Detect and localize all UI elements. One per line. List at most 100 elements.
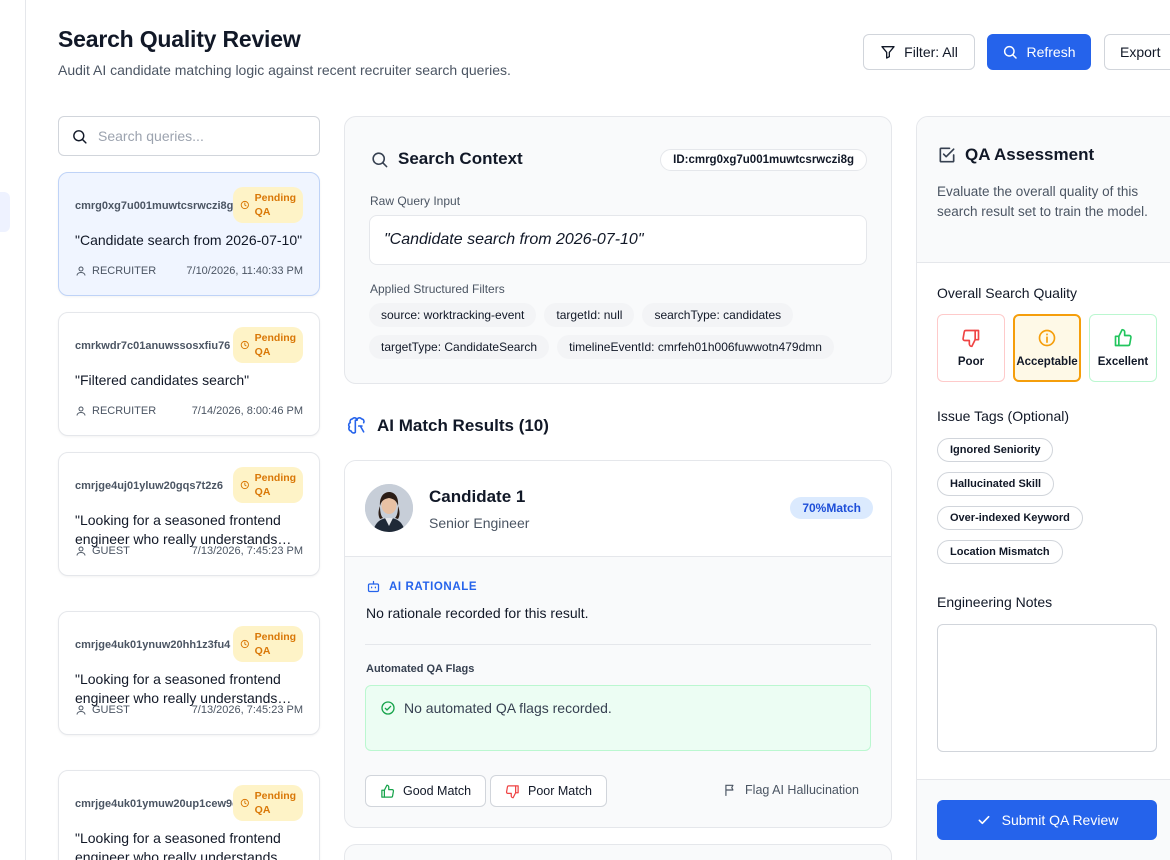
qa-assessment-title: QA Assessment (937, 145, 1094, 165)
status-badge: Pending QA (233, 626, 303, 662)
check-icon (978, 815, 990, 825)
query-card[interactable]: cmrjge4uk01ynuw20hh1z3fu4 Pending QA "Lo… (58, 611, 320, 735)
brain-icon (347, 417, 365, 434)
query-user: RECRUITER (75, 405, 156, 417)
query-search-box[interactable] (58, 116, 320, 156)
query-meta: RECRUITER 7/14/2026, 8:00:46 PM (75, 405, 303, 417)
query-timestamp: 7/10/2026, 11:40:33 PM (186, 265, 303, 277)
user-icon (76, 406, 86, 416)
engineering-notes-field[interactable] (937, 624, 1157, 752)
result-card-header: Candidate 1 Senior Engineer 70%Match (345, 461, 891, 557)
filter-chip: searchType: candidates (642, 303, 794, 327)
poor-match-button[interactable]: Poor Match (490, 775, 607, 807)
search-context-title: Search Context (370, 149, 523, 169)
query-user: RECRUITER (75, 265, 156, 277)
filter-icon (881, 46, 895, 59)
result-card: Candidate 1 Senior Engineer 70%Match AI … (344, 460, 892, 828)
check-circle-icon (381, 701, 395, 715)
clock-icon (240, 480, 249, 490)
issue-tag[interactable]: Location Mismatch (937, 540, 1063, 564)
flag-icon (725, 784, 734, 796)
flag-hallucination-label: Flag AI Hallucination (745, 783, 859, 797)
query-card[interactable]: cmrjge4uk01ymuw20up1cew9c Pending QA "Lo… (58, 770, 320, 860)
query-meta: RECRUITER 7/10/2026, 11:40:33 PM (75, 265, 303, 277)
ai-rationale-label: AI RATIONALE (389, 580, 478, 593)
query-id: cmrkwdr7c01anuwssosxfiu76 (75, 340, 231, 352)
status-badge: Pending QA (233, 467, 303, 503)
query-card[interactable]: cmrkwdr7c01anuwssosxfiu76 Pending QA "Fi… (58, 312, 320, 436)
query-user: GUEST (75, 704, 130, 716)
query-search-input[interactable] (98, 128, 298, 144)
status-badge-label: Pending QA (254, 790, 297, 816)
query-text: "Looking for a seasoned frontend enginee… (75, 830, 281, 860)
query-id: cmrjge4uj01yluw20gqs7t2z6 (75, 480, 223, 492)
filter-chip: source: worktracking-event (369, 303, 537, 327)
status-badge-label: Pending QA (254, 631, 297, 657)
avatar (365, 484, 413, 532)
clock-icon (240, 639, 249, 649)
ai-rationale-heading: AI RATIONALE (366, 579, 477, 594)
submit-qa-review-label: Submit QA Review (1001, 812, 1119, 828)
rating-poor-button[interactable]: Poor (937, 314, 1005, 382)
query-card[interactable]: cmrg0xg7u001muwtcsrwczi8g Pending QA "Ca… (58, 172, 320, 296)
qa-assessment-title-label: QA Assessment (965, 145, 1095, 164)
status-badge-label: Pending QA (254, 332, 297, 358)
clock-icon (240, 340, 249, 350)
export-button[interactable]: Export (1104, 34, 1170, 70)
query-id: cmrjge4uk01ynuw20hh1z3fu4 (75, 639, 231, 651)
rating-excellent-button[interactable]: Excellent (1089, 314, 1157, 382)
query-timestamp: 7/13/2026, 7:45:23 PM (191, 545, 303, 557)
query-user: GUEST (75, 545, 130, 557)
good-match-button[interactable]: Good Match (365, 775, 487, 807)
refresh-button-label: Refresh (1026, 44, 1076, 60)
clock-icon (240, 798, 249, 808)
filter-chip: targetId: null (544, 303, 635, 327)
query-meta: GUEST 7/13/2026, 7:45:23 PM (75, 545, 303, 557)
query-timestamp: 7/13/2026, 7:45:23 PM (191, 704, 303, 716)
raw-query-input: "Candidate search from 2026-07-10" (369, 215, 867, 265)
submit-qa-review-button[interactable]: Submit QA Review (937, 800, 1157, 840)
engineering-notes-label: Engineering Notes (937, 594, 1053, 610)
status-badge: Pending QA (233, 187, 303, 223)
rail-active-indicator[interactable] (0, 192, 10, 232)
good-match-label: Good Match (403, 784, 472, 798)
query-role: RECRUITER (92, 265, 157, 277)
query-meta: GUEST 7/13/2026, 7:45:23 PM (75, 704, 303, 716)
issue-tag[interactable]: Over-indexed Keyword (937, 506, 1083, 530)
issue-tag[interactable]: Hallucinated Skill (937, 472, 1055, 496)
query-timestamp: 7/14/2026, 8:00:46 PM (191, 405, 303, 417)
search-context-panel: Search Context ID:cmrg0xg7u001muwtcsrwcz… (344, 116, 892, 384)
qa-assessment-description: Evaluate the overall quality of this sea… (937, 184, 1148, 219)
query-text: "Filtered candidates search" (75, 372, 250, 388)
query-card[interactable]: cmrjge4uj01yluw20gqs7t2z6 Pending QA "Lo… (58, 452, 320, 576)
qa-flags-text: No automated QA flags recorded. (404, 700, 612, 716)
issue-tag[interactable]: Ignored Seniority (937, 438, 1054, 462)
quality-label: Overall Search Quality (937, 285, 1078, 301)
candidate-role: Senior Engineer (429, 515, 530, 531)
search-icon (1004, 45, 1018, 59)
user-icon (76, 546, 86, 556)
query-role: RECRUITER (92, 405, 157, 417)
candidate-name: Candidate 1 (429, 487, 526, 506)
rating-acceptable-button[interactable]: Acceptable (1013, 314, 1081, 382)
thumbs-down-icon (962, 329, 980, 348)
thumbs-up-icon (1114, 328, 1132, 347)
user-icon (76, 705, 86, 715)
filter-button[interactable]: Filter: All (863, 34, 975, 70)
query-id-badge: ID:cmrg0xg7u001muwtcsrwczi8g (660, 149, 867, 171)
match-score-badge: 70%Match (790, 497, 873, 519)
query-id: cmrjge4uk01ymuw20up1cew9c (75, 798, 239, 810)
refresh-button[interactable]: Refresh (987, 34, 1091, 70)
issue-tags: Ignored Seniority Hallucinated Skill Ove… (937, 438, 1083, 564)
checkbox-icon (939, 147, 955, 163)
status-badge: Pending QA (233, 785, 303, 821)
filters-label: Applied Structured Filters (370, 282, 505, 296)
qa-assessment-panel: QA Assessment Evaluate the overall quali… (916, 116, 1170, 860)
search-icon (372, 151, 388, 167)
poor-match-label: Poor Match (528, 784, 592, 798)
search-context-title-label: Search Context (398, 149, 523, 168)
ai-match-results-title: AI Match Results (10) (347, 416, 549, 436)
flag-hallucination-button[interactable]: Flag AI Hallucination (723, 783, 859, 797)
user-icon (76, 266, 86, 276)
rating-excellent-label: Excellent (1097, 356, 1149, 368)
